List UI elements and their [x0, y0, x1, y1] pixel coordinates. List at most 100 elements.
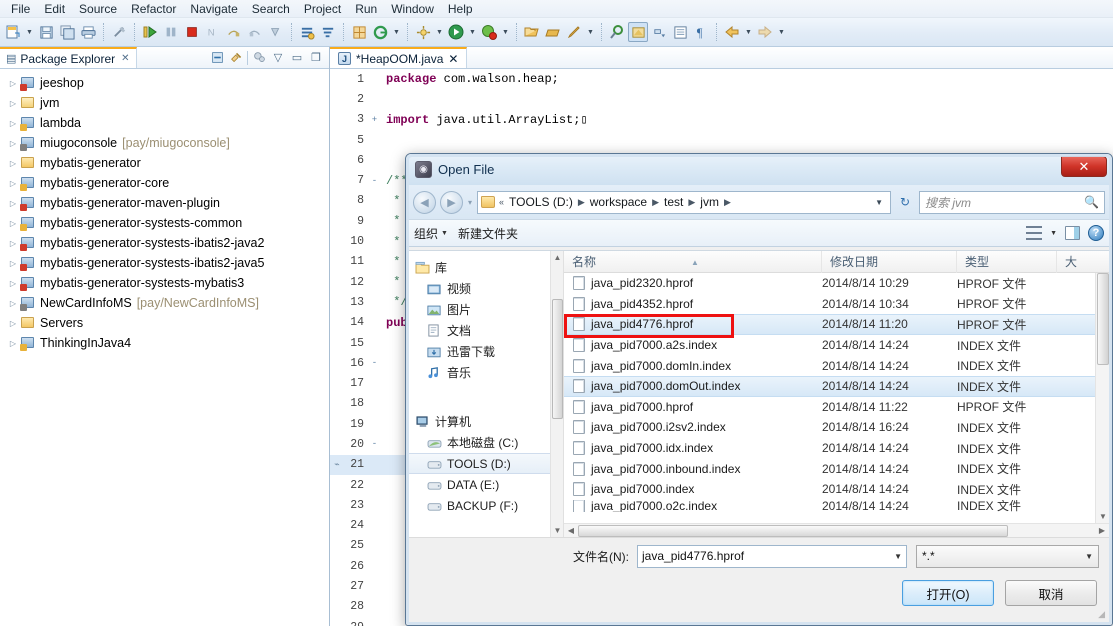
pencil-dropdown-icon[interactable]: ▼ — [585, 22, 596, 42]
sidebar-item-data-e[interactable]: DATA (E:) — [409, 474, 563, 495]
new-folder-button[interactable]: 新建文件夹 — [458, 225, 518, 242]
sidebar-item-local-disk-c[interactable]: 本地磁盘 (C:) — [409, 432, 563, 453]
back-icon[interactable] — [722, 22, 742, 42]
terminate-icon[interactable] — [182, 22, 202, 42]
preview-pane-icon[interactable] — [1065, 226, 1080, 240]
scrollbar-thumb[interactable] — [1097, 273, 1109, 365]
twisty-icon[interactable]: ▷ — [6, 299, 20, 308]
cancel-button[interactable]: 取消 — [1005, 580, 1097, 606]
tree-item-servers[interactable]: ▷ Servers — [4, 313, 329, 333]
sidebar-scrollbar[interactable]: ▲ ▼ — [550, 251, 563, 537]
resize-grip-icon[interactable]: ◢ — [1098, 609, 1105, 620]
filter-icon[interactable] — [318, 22, 338, 42]
twisty-icon[interactable]: ▷ — [6, 339, 20, 348]
tree-item-lambda[interactable]: ▷ lambda — [4, 113, 329, 133]
scroll-down-icon[interactable]: ▼ — [1096, 509, 1109, 523]
tree-item-mybatis-generator-systests-ibatis2-java2[interactable]: ▷ mybatis-generator-systests-ibatis2-jav… — [4, 233, 329, 253]
next-annotation-icon[interactable] — [649, 22, 669, 42]
breadcrumb-overflow[interactable]: « — [497, 197, 506, 207]
twisty-icon[interactable]: ▷ — [6, 199, 20, 208]
menu-window[interactable]: Window — [384, 1, 441, 17]
sidebar-item-downloads[interactable]: 迅雷下载 — [409, 341, 563, 362]
chevron-down-icon[interactable]: ▼ — [886, 552, 902, 561]
open-resource-icon[interactable] — [543, 22, 563, 42]
search-icon[interactable] — [607, 22, 627, 42]
refresh-icon[interactable]: ↻ — [895, 192, 915, 213]
twisty-icon[interactable]: ▷ — [6, 239, 20, 248]
debug-as-dropdown-icon[interactable]: ▼ — [500, 22, 511, 42]
column-header-name[interactable]: 名称 ▲ — [564, 251, 822, 273]
column-header-date[interactable]: 修改日期 — [822, 251, 957, 273]
minimize-icon[interactable]: ▭ — [289, 50, 305, 66]
tree-item-jvm[interactable]: ▷ jvm — [4, 93, 329, 113]
new-dropdown-icon[interactable]: ▼ — [24, 22, 35, 42]
chevron-down-icon[interactable]: ▼ — [1077, 552, 1093, 561]
link-with-editor-icon[interactable] — [228, 50, 244, 66]
file-row[interactable]: java_pid7000.domIn.index 2014/8/14 14:24… — [564, 355, 1109, 376]
sidebar-item-documents[interactable]: 文档 — [409, 320, 563, 341]
file-list-hscrollbar[interactable]: ◀ ▶ — [564, 523, 1109, 537]
open-file-dialog[interactable]: ◉ Open File ✕ ◀ ▶ ▾ « TOOLS (D:) ▶ works… — [405, 153, 1113, 626]
fold-toggle-icon[interactable]: + — [368, 115, 381, 125]
twisty-icon[interactable]: ▷ — [6, 319, 20, 328]
tree-item-thinkinginjava4[interactable]: ▷ ThinkingInJava4 — [4, 333, 329, 353]
organize-button[interactable]: 组织 ▼ — [414, 225, 448, 242]
paragraph-icon[interactable]: ¶ — [691, 22, 711, 42]
view-mode-icon[interactable] — [1026, 226, 1043, 240]
tree-item-mybatis-generator-systests-mybatis3[interactable]: ▷ mybatis-generator-systests-mybatis3 — [4, 273, 329, 293]
save-all-icon[interactable] — [57, 22, 77, 42]
twisty-icon[interactable]: ▷ — [6, 99, 20, 108]
tree-item-mybatis-generator-maven-plugin[interactable]: ▷ mybatis-generator-maven-plugin — [4, 193, 329, 213]
focus-icon[interactable] — [251, 50, 267, 66]
breadcrumb-tools-d[interactable]: TOOLS (D:) — [508, 195, 574, 209]
step-return-icon[interactable] — [245, 22, 265, 42]
file-row[interactable]: java_pid7000.idx.index 2014/8/14 14:24 I… — [564, 438, 1109, 459]
breadcrumb-workspace[interactable]: workspace — [589, 195, 648, 209]
recent-locations-icon[interactable]: ▾ — [467, 198, 473, 207]
close-button[interactable]: ✕ — [1061, 156, 1107, 177]
dialog-titlebar[interactable]: ◉ Open File ✕ — [406, 154, 1112, 185]
tree-item-jeeshop[interactable]: ▷ jeeshop — [4, 73, 329, 93]
chevron-down-icon[interactable]: ▼ — [875, 198, 887, 207]
chevron-down-icon[interactable]: ▼ — [1050, 230, 1057, 237]
menu-project[interactable]: Project — [297, 1, 348, 17]
sidebar-item-computer[interactable]: 计算机 — [409, 411, 563, 432]
new-package-dropdown-icon[interactable]: ▼ — [391, 22, 402, 42]
new-icon[interactable] — [3, 22, 23, 42]
file-row[interactable]: java_pid7000.index 2014/8/14 14:24 INDEX… — [564, 479, 1109, 500]
step-over-icon[interactable] — [224, 22, 244, 42]
breadcrumb-jvm[interactable]: jvm — [699, 195, 720, 209]
breadcrumb-test[interactable]: test — [663, 195, 684, 209]
sidebar-item-music[interactable]: 音乐 — [409, 362, 563, 383]
open-type-icon[interactable] — [522, 22, 542, 42]
filename-input[interactable]: java_pid4776.hprof ▼ — [637, 544, 907, 568]
drop-to-frame-icon[interactable] — [266, 22, 286, 42]
fold-toggle-icon[interactable]: - — [368, 176, 381, 186]
open-button[interactable]: 打开(O) — [902, 580, 994, 606]
fold-toggle-icon[interactable]: - — [368, 439, 381, 449]
search-input[interactable]: 搜索 jvm 🔍 — [919, 190, 1105, 214]
file-row[interactable]: java_pid7000.hprof 2014/8/14 11:22 HPROF… — [564, 397, 1109, 418]
menu-file[interactable]: File — [4, 1, 37, 17]
tree-item-mybatis-generator-systests-ibatis2-java5[interactable]: ▷ mybatis-generator-systests-ibatis2-jav… — [4, 253, 329, 273]
scroll-left-icon[interactable]: ◀ — [564, 524, 578, 538]
sidebar-item-pictures[interactable]: 图片 — [409, 299, 563, 320]
twisty-icon[interactable]: ▷ — [6, 79, 20, 88]
twisty-icon[interactable]: ▷ — [6, 159, 20, 168]
twisty-icon[interactable]: ▷ — [6, 119, 20, 128]
fold-toggle-icon[interactable]: - — [368, 358, 381, 368]
file-row[interactable]: java_pid2320.hprof 2014/8/14 10:29 HPROF… — [564, 273, 1109, 294]
sidebar-item-libraries[interactable]: 库 — [409, 257, 563, 278]
file-row[interactable]: java_pid4352.hprof 2014/8/14 10:34 HPROF… — [564, 294, 1109, 315]
editor-icon[interactable] — [628, 22, 648, 42]
run-dropdown-icon[interactable]: ▼ — [467, 22, 478, 42]
run-external-tools-icon[interactable] — [413, 22, 433, 42]
pencil-icon[interactable] — [564, 22, 584, 42]
address-bar[interactable]: « TOOLS (D:) ▶ workspace ▶ test ▶ jvm ▶ … — [477, 190, 891, 214]
collapse-all-icon[interactable] — [209, 50, 225, 66]
menu-help[interactable]: Help — [441, 1, 480, 17]
twisty-icon[interactable]: ▷ — [6, 139, 20, 148]
twisty-icon[interactable]: ▷ — [6, 219, 20, 228]
menu-search[interactable]: Search — [245, 1, 297, 17]
file-type-filter-select[interactable]: *.* ▼ — [916, 544, 1099, 568]
